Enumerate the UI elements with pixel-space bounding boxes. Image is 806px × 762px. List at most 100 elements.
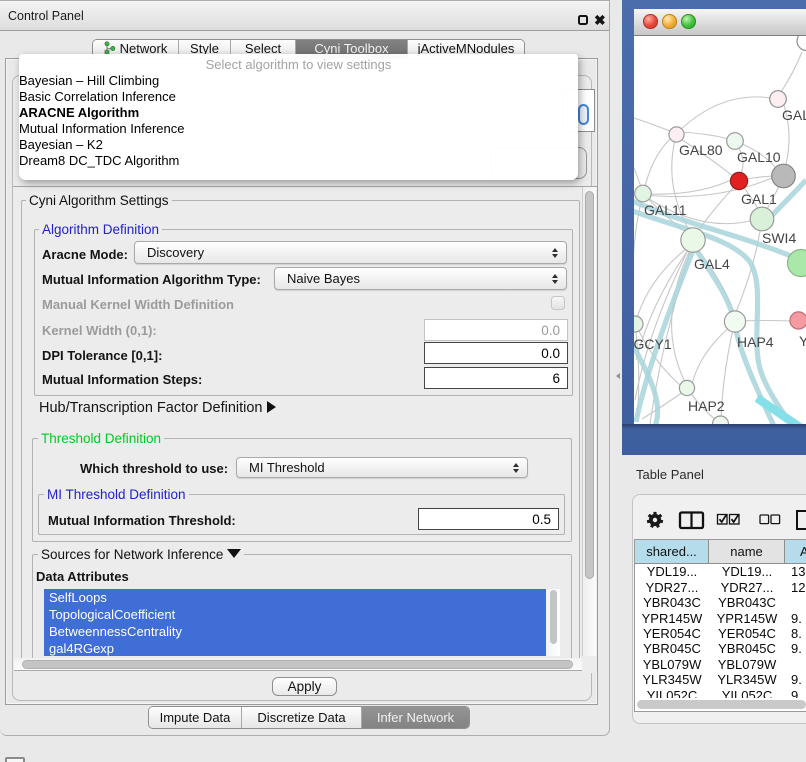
data-attributes-label: Data Attributes — [36, 569, 129, 584]
table-hscroll-thumb[interactable] — [637, 700, 806, 709]
column-header-third[interactable]: A — [785, 540, 806, 564]
network-edge — [642, 392, 683, 419]
bottom-tab-bar: Impute DataDiscretize DataInfer Network — [148, 706, 470, 729]
table-cell — [785, 595, 806, 610]
kernel-width-field[interactable]: 0.0 — [424, 319, 568, 341]
node-label: GAL1 — [741, 191, 777, 207]
mi-threshold-field[interactable]: 0.5 — [418, 508, 559, 530]
apply-button[interactable]: Apply — [272, 677, 337, 696]
which-threshold-combo[interactable]: MI Threshold — [236, 457, 528, 478]
stepper-arrows-icon — [552, 242, 558, 263]
algorithm-option[interactable]: Dream8 DC_TDC Algorithm — [19, 153, 179, 169]
dpi-tolerance-value: 0.0 — [541, 346, 560, 361]
network-node-gal1-red[interactable] — [730, 172, 747, 189]
network-edge — [634, 198, 642, 322]
group-title-threshold: Threshold Definition — [38, 431, 164, 446]
algorithm-option[interactable]: Mutual Information Inference — [19, 121, 184, 137]
table-row[interactable]: YBL079WYBL079W — [635, 657, 806, 672]
checked-boxes-icon[interactable] — [718, 515, 740, 525]
settings-hscroll-thumb[interactable] — [22, 660, 573, 669]
network-node-gal7[interactable] — [770, 91, 787, 108]
bottom-tab-impute-data[interactable]: Impute Data — [149, 707, 242, 728]
table-horizontal-scrollbar[interactable] — [635, 698, 806, 712]
network-node-gal11[interactable] — [635, 185, 652, 202]
network-node-swi4[interactable] — [750, 207, 774, 231]
node-label: GAL4 — [694, 256, 730, 272]
settings-horizontal-scrollbar[interactable] — [14, 658, 582, 671]
network-edge — [676, 97, 778, 134]
network-node-salmon[interactable] — [790, 312, 806, 329]
close-icon[interactable]: ✖ — [594, 13, 606, 27]
network-node-hap4[interactable] — [724, 311, 745, 332]
network-window-titlebar[interactable] — [634, 9, 806, 36]
table-row[interactable]: YBR043CYBR043C — [635, 595, 806, 610]
network-edge — [644, 139, 670, 191]
table-row[interactable]: YBR045CYBR045C9. — [635, 641, 806, 656]
mi-type-combo[interactable]: Naive Bayes — [274, 267, 567, 290]
manual-kernel-checkbox[interactable] — [551, 296, 565, 310]
hub-definition-toggle[interactable]: Hub/Transcription Factor Definition — [39, 400, 276, 416]
node-label: GAL80 — [679, 142, 723, 158]
network-node-gray[interactable] — [772, 164, 796, 188]
table-row[interactable]: YPR145WYPR145W9. — [635, 610, 806, 625]
attributes-scrollbar[interactable] — [546, 589, 561, 656]
unchecked-boxes-icon[interactable] — [760, 515, 780, 524]
table-row[interactable]: YLR345WYLR345W9. — [635, 672, 806, 687]
close-traffic-light-icon[interactable] — [643, 14, 658, 29]
column-header-shared[interactable]: shared... — [635, 540, 709, 564]
algorithm-option[interactable]: Bayesian – K2 — [19, 137, 103, 153]
table-cell: YLR345W — [709, 672, 785, 687]
file-icon[interactable] — [797, 511, 806, 529]
splitter-collapse-icon[interactable] — [616, 373, 620, 379]
minimize-traffic-light-icon[interactable] — [662, 14, 677, 29]
zoom-traffic-light-icon[interactable] — [681, 14, 696, 29]
network-node-gal80[interactable] — [669, 127, 684, 142]
network-node-gcy1[interactable] — [634, 316, 643, 332]
mi-steps-field[interactable]: 6 — [424, 367, 568, 389]
table-cell: 9 — [785, 688, 806, 698]
data-attributes-list[interactable]: SelfLoopsTopologicalCoefficientBetweenne… — [44, 589, 546, 656]
table-row[interactable]: YER054CYER054C8. — [635, 626, 806, 641]
maximize-icon[interactable] — [578, 15, 588, 25]
attribute-item[interactable]: SelfLoops — [44, 589, 546, 606]
table-row[interactable]: YIL052CYIL052C9 — [635, 688, 806, 698]
node-label: HAP2 — [688, 398, 725, 414]
gear-icon[interactable] — [647, 512, 663, 527]
columns-icon[interactable] — [680, 513, 703, 529]
expand-right-icon — [267, 401, 276, 413]
network-node-top-partial[interactable] — [797, 36, 806, 51]
algorithm-dropdown-popup: Select algorithm to view settings Bayesi… — [19, 54, 578, 180]
sources-toggle[interactable]: Sources for Network Inference — [38, 547, 244, 562]
table-cell: 9. — [785, 672, 806, 687]
table-row[interactable]: YDL19...YDL19...13 — [635, 564, 806, 579]
table-cell: 8. — [785, 626, 806, 641]
settings-vertical-scrollbar[interactable] — [582, 187, 596, 656]
control-panel-titlebar[interactable]: Control Panel ✖ — [0, 1, 609, 31]
attribute-item[interactable]: BetweennessCentrality — [44, 623, 546, 640]
network-node-hap2[interactable] — [679, 380, 694, 395]
aracne-mode-combo[interactable]: Discovery — [134, 241, 567, 264]
network-node-gal4[interactable] — [681, 228, 705, 252]
hub-definition-label: Hub/Transcription Factor Definition — [39, 400, 263, 416]
group-title-mi-threshold: MI Threshold Definition — [44, 487, 189, 502]
algorithm-option[interactable]: Basic Correlation Inference — [19, 89, 176, 105]
attributes-scrollbar-thumb[interactable] — [550, 590, 558, 644]
settings-vscroll-thumb[interactable] — [585, 191, 594, 579]
column-header-name[interactable]: name — [709, 540, 785, 564]
kernel-width-label: Kernel Width (0,1): — [42, 323, 157, 338]
table-row[interactable]: YDR27...YDR27...12 — [635, 579, 806, 594]
network-node-bottom-partial[interactable] — [713, 416, 729, 424]
algorithm-option[interactable]: Bayesian – Hill Climbing — [19, 73, 159, 89]
attribute-item[interactable]: TopologicalCoefficient — [44, 606, 546, 623]
bottom-tab-discretize-data[interactable]: Discretize Data — [242, 707, 362, 728]
network-node-gal10[interactable] — [727, 133, 744, 150]
network-canvas[interactable]: GAL7GAL80GAL10GAL1GAL11SWI4GAL4GCY1HAP4Y… — [634, 36, 806, 424]
dpi-tolerance-field[interactable]: 0.0 — [424, 342, 568, 364]
minimized-window-icon[interactable] — [5, 757, 25, 762]
bottom-tab-infer-network[interactable]: Infer Network — [362, 707, 469, 728]
algorithm-combo-focus-button[interactable] — [578, 104, 589, 125]
algorithm-option[interactable]: ARACNE Algorithm — [19, 105, 139, 121]
table-header: shared... name A — [635, 540, 806, 564]
attribute-item[interactable]: gal4RGexp — [44, 640, 546, 656]
node-label: SWI4 — [762, 230, 796, 246]
